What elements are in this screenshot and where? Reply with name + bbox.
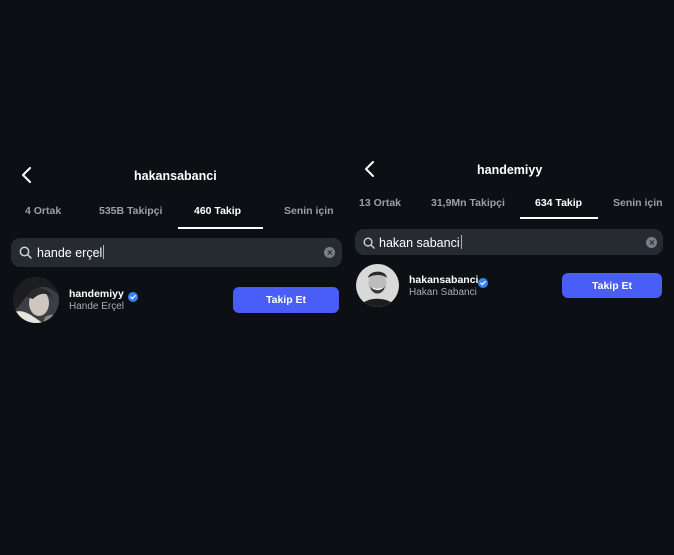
search-input-value: hakan sabanci (379, 236, 460, 250)
tab-mutual[interactable]: 13 Ortak (359, 197, 401, 209)
follow-button[interactable]: Takip Et (562, 273, 662, 298)
tab-followers[interactable]: 535B Takipçi (99, 205, 162, 217)
tab-for-you[interactable]: Senin için (613, 197, 663, 209)
result-fullname: Hande Erçel (69, 301, 125, 312)
text-caret (103, 245, 105, 259)
result-username[interactable]: handemiyy (69, 288, 124, 300)
search-input-value: hande erçel (37, 246, 103, 260)
result-fullname: Hakan Sabanci (409, 287, 477, 298)
clear-icon[interactable] (646, 237, 657, 248)
back-chevron-icon[interactable] (20, 167, 34, 183)
verified-badge-icon (478, 275, 488, 288)
tab-followers[interactable]: 31,9Mn Takipçi (431, 197, 505, 209)
search-input[interactable]: hakan sabanci (379, 235, 462, 250)
tab-following[interactable]: 460 Takip (194, 205, 241, 217)
search-icon (363, 236, 375, 254)
clear-icon[interactable] (324, 247, 335, 258)
text-caret (460, 235, 462, 249)
verified-badge-icon (128, 289, 138, 302)
active-tab-indicator (178, 227, 263, 229)
avatar[interactable] (356, 264, 399, 307)
left-profile-panel: hakansabanci 4 Ortak 535B Takipçi 460 Ta… (0, 0, 345, 555)
active-tab-indicator (520, 217, 598, 219)
search-input[interactable]: hande erçel (37, 245, 105, 260)
page-title: handemiyy (477, 163, 543, 177)
avatar[interactable] (13, 277, 59, 323)
follow-button[interactable]: Takip Et (233, 287, 339, 313)
back-chevron-icon[interactable] (363, 161, 377, 177)
result-username[interactable]: hakansabanci (409, 274, 478, 286)
page-title: hakansabanci (134, 169, 217, 183)
search-icon (19, 246, 32, 264)
search-field[interactable]: hande erçel (11, 238, 342, 267)
tab-mutual[interactable]: 4 Ortak (25, 205, 61, 217)
tab-following[interactable]: 634 Takip (535, 197, 582, 209)
tab-for-you[interactable]: Senin için (284, 205, 334, 217)
right-profile-panel: handemiyy 13 Ortak 31,9Mn Takipçi 634 Ta… (345, 0, 674, 555)
search-field[interactable]: hakan sabanci (355, 229, 663, 255)
